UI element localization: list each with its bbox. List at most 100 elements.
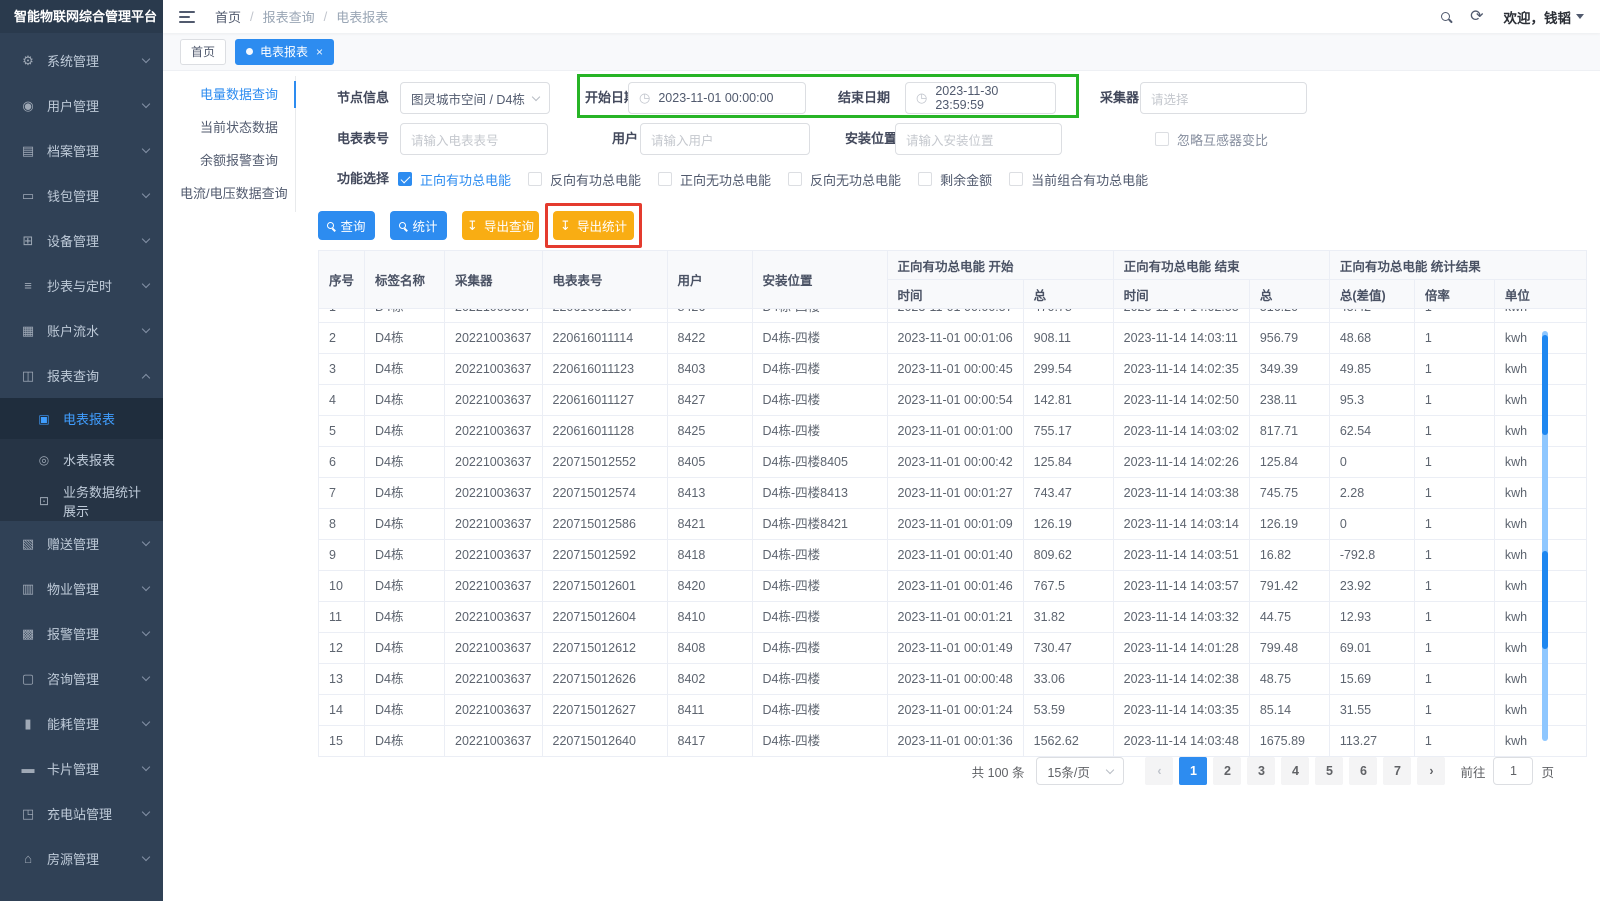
table-cell: 14 (319, 695, 365, 726)
sidebar-item-account-flow[interactable]: ▦账户流水 (0, 308, 163, 353)
ignore-ct-ratio-checkbox[interactable]: 忽略互感器变比 (1155, 129, 1268, 149)
meter-number-input[interactable]: 请输入电表表号 (400, 123, 548, 155)
user-menu[interactable]: 欢迎，钱韬 (1504, 7, 1585, 27)
table-row[interactable]: 14D4栋202210036372207150126278411D4栋-四楼20… (319, 695, 1587, 726)
table-cell: D4栋 (365, 540, 445, 571)
node-info-select[interactable]: 图灵城市空间 / D4栋 (400, 82, 550, 114)
checkbox-icon[interactable] (658, 172, 672, 186)
sidebar-item-user[interactable]: ◉用户管理 (0, 83, 163, 128)
table-row[interactable]: 7D4栋202210036372207150125748413D4栋-四楼841… (319, 478, 1587, 509)
sidebar-item-gear[interactable]: ⚙系统管理 (0, 38, 163, 83)
table-row[interactable]: 12D4栋202210036372207150126128408D4栋-四楼20… (319, 633, 1587, 664)
table-cell: 2023-11-14 14:03:38 (1113, 478, 1249, 509)
sidebar-item-card[interactable]: ▬卡片管理 (0, 746, 163, 791)
sidebar-item-energy[interactable]: ▮能耗管理 (0, 701, 163, 746)
sidebar-collapse-icon[interactable] (179, 11, 195, 23)
table-row[interactable]: 6D4栋202210036372207150125528405D4栋-四楼840… (319, 447, 1587, 478)
refresh-icon[interactable]: ⟳ (1470, 9, 1483, 25)
table-scrollbar[interactable] (1542, 331, 1548, 741)
stats-button[interactable]: 统计 (390, 211, 447, 240)
table-row[interactable]: 10D4栋202210036372207150126018420D4栋-四楼20… (319, 571, 1587, 602)
search-icon[interactable] (1441, 12, 1450, 21)
page-button-7[interactable]: 7 (1383, 757, 1411, 785)
sidebar-item-alarm[interactable]: ▩报警管理 (0, 611, 163, 656)
table-cell: 1 (1414, 309, 1494, 323)
table-row[interactable]: 15D4栋202210036372207150126408417D4栋-四楼20… (319, 726, 1587, 757)
sidebar-item-consult[interactable]: ▢咨询管理 (0, 656, 163, 701)
collector-select[interactable]: 请选择 (1140, 82, 1307, 114)
table-row[interactable]: 8D4栋202210036372207150125868421D4栋-四楼842… (319, 509, 1587, 540)
subnav-item[interactable]: 电量数据查询 (180, 78, 295, 111)
goto-page-input[interactable] (1493, 757, 1533, 785)
page-button-6[interactable]: 6 (1349, 757, 1377, 785)
function-checkbox[interactable]: 反向无功总电能 (788, 170, 901, 189)
table-cell: 470.78 (1023, 309, 1113, 323)
table-cell: 220715012574 (542, 478, 667, 509)
sidebar-item-property[interactable]: ▥物业管理 (0, 566, 163, 611)
end-date-input[interactable]: ◷ 2023-11-30 23:59:59 (905, 82, 1056, 114)
sidebar-subitem-water-report[interactable]: ◎水表报表 (0, 439, 163, 480)
table-cell: 125.84 (1249, 447, 1329, 478)
subnav-item[interactable]: 当前状态数据 (180, 111, 295, 144)
table-row[interactable]: 2D4栋202210036372206160111148422D4栋-四楼202… (319, 323, 1587, 354)
sidebar-subitem-electric-report[interactable]: ▣电表报表 (0, 398, 163, 439)
function-checkbox[interactable]: 当前组合有功总电能 (1009, 170, 1148, 189)
function-checkbox[interactable]: 反向有功总电能 (528, 170, 641, 189)
subnav-item[interactable]: 电流/电压数据查询 (180, 177, 295, 210)
sidebar-item-wallet[interactable]: ▭钱包管理 (0, 173, 163, 218)
table-row[interactable]: 13D4栋202210036372207150126268402D4栋-四楼20… (319, 664, 1587, 695)
function-checkbox[interactable]: 正向有功总电能 (398, 170, 511, 189)
page-button-1[interactable]: 1 (1179, 757, 1207, 785)
breadcrumb-report-query[interactable]: 报表查询 (263, 7, 315, 26)
checkbox-icon[interactable] (1155, 132, 1169, 146)
table-row[interactable]: 9D4栋202210036372207150125928418D4栋-四楼202… (319, 540, 1587, 571)
sidebar-item-house[interactable]: ⌂房源管理 (0, 836, 163, 881)
page-button-4[interactable]: 4 (1281, 757, 1309, 785)
checkbox-icon[interactable] (788, 172, 802, 186)
scrollbar-thumb[interactable] (1542, 551, 1548, 649)
table-cell: 45.42 (1329, 309, 1414, 323)
tab-active[interactable]: 电表报表× (235, 39, 334, 65)
next-page-button[interactable]: › (1417, 757, 1445, 785)
function-checkbox[interactable]: 剩余金额 (918, 170, 992, 189)
table-row[interactable]: 11D4栋202210036372207150126048410D4栋-四楼20… (319, 602, 1587, 633)
table-row[interactable]: 3D4栋202210036372206160111238403D4栋-四楼202… (319, 354, 1587, 385)
sidebar-item-meter-timer[interactable]: ≡抄表与定时 (0, 263, 163, 308)
page-button-3[interactable]: 3 (1247, 757, 1275, 785)
table-row[interactable]: 4D4栋202210036372206160111278427D4栋-四楼202… (319, 385, 1587, 416)
export-stats-button[interactable]: ↧ 导出统计 (553, 211, 634, 240)
checkbox-icon[interactable] (398, 172, 412, 186)
page-size-select[interactable]: 15条/页 (1036, 757, 1124, 785)
sidebar-item-archive[interactable]: ▤档案管理 (0, 128, 163, 173)
user-input[interactable]: 请输入用户 (640, 123, 810, 155)
table-cell: 12 (319, 633, 365, 664)
breadcrumb-home[interactable]: 首页 (215, 7, 241, 26)
close-icon[interactable]: × (316, 45, 323, 59)
start-date-input[interactable]: ◷ 2023-11-01 00:00:00 (628, 82, 806, 114)
tab-home[interactable]: 首页 (180, 39, 226, 65)
sidebar-subitem-business-stats[interactable]: ⊡业务数据统计展示 (0, 480, 163, 521)
checkbox-icon[interactable] (528, 172, 542, 186)
query-button[interactable]: 查询 (318, 211, 375, 240)
chevron-down-icon (142, 190, 150, 198)
sidebar-item-report[interactable]: ◫报表查询 (0, 353, 163, 398)
table-cell: 2023-11-14 14:03:51 (1113, 540, 1249, 571)
subnav-item[interactable]: 余额报警查询 (180, 144, 295, 177)
table-cell: 2023-11-14 14:01:28 (1113, 633, 1249, 664)
sidebar-item-device[interactable]: ⊞设备管理 (0, 218, 163, 263)
install-location-input[interactable]: 请输入安装位置 (895, 123, 1062, 155)
checkbox-icon[interactable] (918, 172, 932, 186)
sidebar-item-charging[interactable]: ◳充电站管理 (0, 791, 163, 836)
scrollbar-thumb[interactable] (1542, 335, 1548, 435)
table-row[interactable]: 5D4栋202210036372206160111288425D4栋-四楼202… (319, 416, 1587, 447)
breadcrumb: 首页 / 报表查询 / 电表报表 (215, 7, 388, 26)
export-query-button[interactable]: ↧ 导出查询 (462, 211, 539, 240)
page-button-2[interactable]: 2 (1213, 757, 1241, 785)
function-checkbox[interactable]: 正向无功总电能 (658, 170, 771, 189)
sidebar-item-label: 报表查询 (47, 366, 143, 385)
prev-page-button[interactable]: ‹ (1145, 757, 1173, 785)
checkbox-icon[interactable] (1009, 172, 1023, 186)
table-row[interactable]: 1D4栋202210036372206160111078426D4栋-四楼202… (319, 309, 1587, 323)
sidebar-item-gift[interactable]: ▧赠送管理 (0, 521, 163, 566)
page-button-5[interactable]: 5 (1315, 757, 1343, 785)
